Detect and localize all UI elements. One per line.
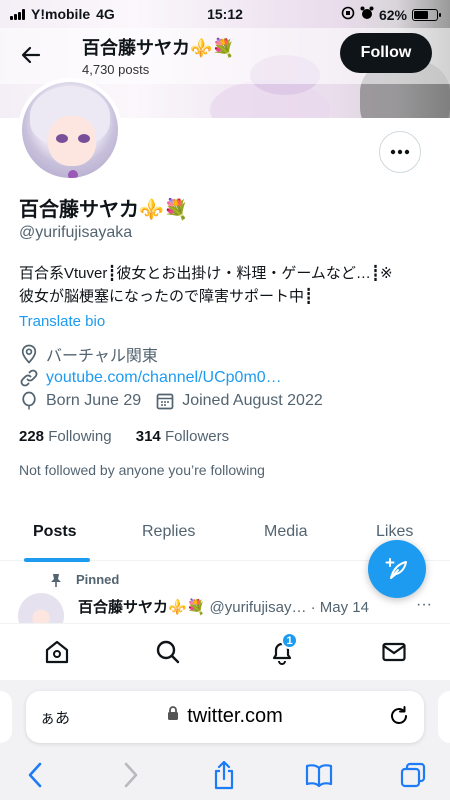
rotation-lock-icon [341,6,355,23]
chevron-left-icon [28,762,42,788]
alarm-icon [360,6,374,23]
search-icon [156,640,180,664]
born-text: Born June 29 [46,392,142,409]
bottom-nav [0,623,450,679]
status-bar: Y!mobile 4G 15:12 62% [0,0,450,28]
post-header: 百合藤サヤカ⚜️💐 @yurifujisay… · May 14 [78,596,428,617]
address-bar[interactable]: ぁあ twitter.com [26,691,424,743]
tabs-icon [400,762,426,788]
mail-icon [382,642,406,662]
previous-tab-peek[interactable] [0,691,12,743]
next-tab-peek[interactable] [438,691,450,743]
home-icon [45,640,69,664]
followers-link[interactable]: 314 Followers [136,428,229,445]
post-more-button[interactable]: ··· [416,596,432,614]
notification-badge: 1 [281,632,298,649]
bio-line: 彼女が脳梗塞になったので障害サポート中┋ [19,288,314,305]
share-button[interactable] [209,760,239,790]
location-pin-icon [19,344,39,364]
follow-button[interactable]: Follow [340,33,432,73]
feather-plus-icon [385,558,407,579]
tab-replies[interactable]: Replies [142,523,195,541]
link-icon [19,368,39,388]
follow-counts: 228 Following 314 Followers [19,428,229,445]
compose-button[interactable] [368,540,426,598]
tabs-button[interactable] [398,760,428,790]
post-author[interactable]: 百合藤サヤカ⚜️💐 [78,599,205,616]
translate-bio-link[interactable]: Translate bio [19,313,105,330]
tab-media[interactable]: Media [264,523,308,541]
reload-button[interactable] [388,705,410,732]
profile-avatar[interactable] [18,78,122,182]
browser-back-button[interactable] [20,760,50,790]
post-handle-date: @yurifujisay… · May 14 [209,599,369,616]
share-icon [214,760,234,790]
active-tab-indicator [24,558,90,562]
battery-icon [412,8,441,21]
dates-row: Born June 29 Joined August 2022 [19,390,323,412]
battery-percent: 62% [378,6,407,23]
location-row: バーチャル関東 [19,343,158,365]
more-options-button[interactable] [379,131,421,173]
lock-icon [167,704,179,727]
mutual-followers-note: Not followed by anyone you’re following [19,462,265,478]
arrow-left-icon [21,46,41,64]
tab-posts[interactable]: Posts [33,523,77,541]
reload-icon [391,706,407,724]
calendar-icon [155,391,175,411]
posts-count: 4,730 posts [82,62,150,77]
nav-messages[interactable] [380,638,408,666]
tab-likes[interactable]: Likes [376,523,413,541]
url-text: twitter.com [187,705,283,727]
ellipsis-icon [390,149,410,155]
nav-search[interactable] [154,638,182,666]
back-button[interactable] [14,38,48,72]
website-link[interactable]: youtube.com/channel/UCp0m0… [46,369,282,387]
profile-handle: @yurifujisayaka [19,224,133,241]
chevron-right-icon [124,762,138,788]
profile-name: 百合藤サヤカ⚜️💐 [19,199,189,221]
browser-toolbar: ぁあ twitter.com [0,680,450,800]
link-row: youtube.com/channel/UCp0m0… [19,367,282,389]
profile-bio: 百合系Vtuver┋彼女とお出掛け・料理・ゲームなど…┋※ 彼女が脳梗塞になった… [19,262,434,308]
joined-text: Joined August 2022 [182,392,323,409]
profile-header: 百合藤サヤカ⚜️💐 4,730 posts Follow [0,28,450,84]
nav-home[interactable] [43,638,71,666]
bookmarks-button[interactable] [304,760,334,790]
location-text: バーチャル関東 [46,348,158,365]
pinned-label: Pinned [50,572,119,587]
book-icon [305,764,333,788]
header-title: 百合藤サヤカ⚜️💐 [82,38,235,58]
pin-icon [51,573,61,587]
balloon-icon [19,391,39,411]
following-link[interactable]: 228 Following [19,428,112,445]
browser-forward-button[interactable] [116,760,146,790]
bio-line: 百合系Vtuver┋彼女とお出掛け・料理・ゲームなど…┋※ [19,265,393,282]
